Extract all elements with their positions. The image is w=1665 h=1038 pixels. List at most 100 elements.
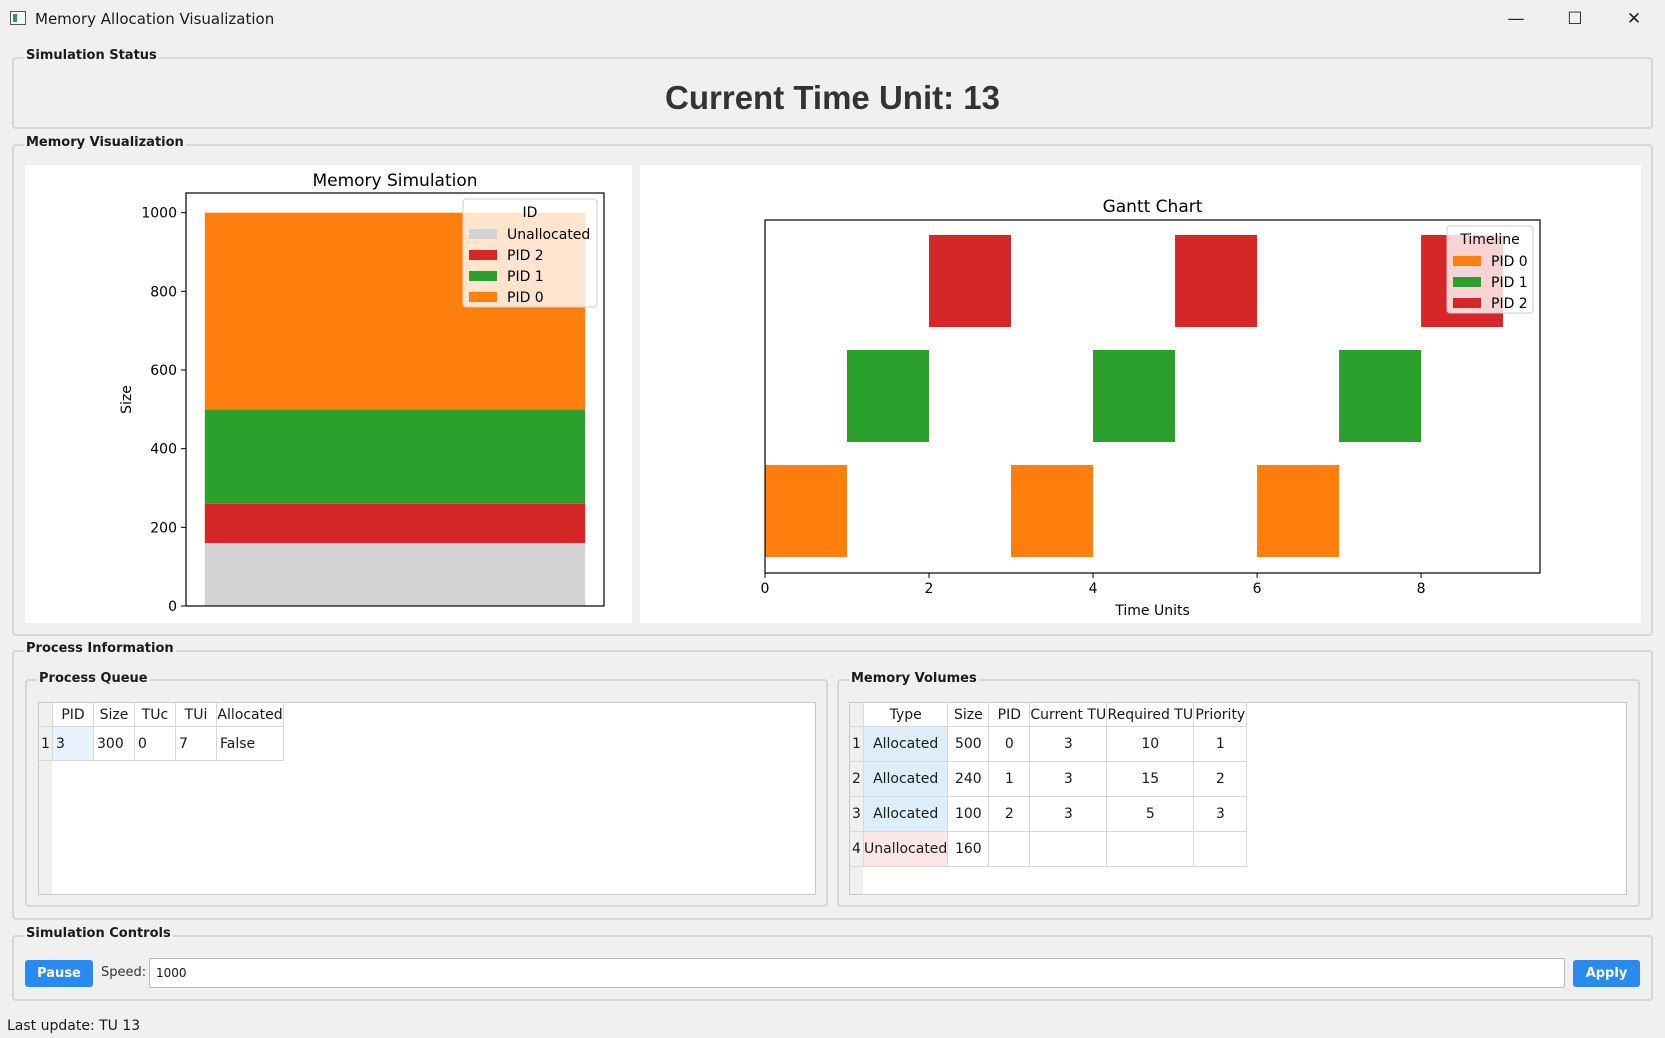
table-cell[interactable]: 5 [1106, 796, 1195, 832]
table-cell[interactable]: 240 [947, 761, 990, 797]
row-number[interactable]: 2 [850, 761, 864, 797]
current-time-unit: Current Time Unit: 13 [665, 79, 1000, 116]
legend-swatch [1453, 256, 1481, 266]
x-tick-label: 8 [1417, 581, 1426, 597]
table-cell[interactable]: Allocated [863, 726, 949, 762]
column-header-allocated[interactable]: Allocated [216, 703, 284, 727]
table-cell[interactable]: Allocated [863, 761, 949, 797]
table-row[interactable]: 2 Allocated 240 1 3 15 2 [850, 761, 1248, 797]
x-tick-label: 2 [925, 581, 934, 597]
memory-volumes-table[interactable]: Type Size PID Current TU Required TU Priority… [849, 702, 1627, 895]
table-cell[interactable] [1029, 831, 1108, 867]
close-icon: ✕ [1626, 9, 1642, 29]
speed-input[interactable]: 1000 [149, 958, 1565, 988]
maximize-icon: ☐ [1567, 9, 1583, 29]
column-header-current-tu[interactable]: Current TU [1029, 703, 1108, 727]
app-icon [10, 11, 26, 25]
status-bar-text: Last update: TU 13 [7, 1018, 141, 1034]
y-tick-label: 0 [168, 599, 177, 615]
table-cell[interactable]: 3 [1029, 726, 1108, 762]
x-tick-label: 0 [761, 581, 770, 597]
process-queue-title: Process Queue [37, 671, 150, 686]
row-number[interactable]: 3 [850, 796, 864, 832]
table-cell[interactable]: 2 [988, 796, 1031, 832]
table-cell[interactable] [1193, 831, 1248, 867]
legend-swatch [469, 250, 497, 260]
row-number[interactable]: 4 [850, 831, 864, 867]
window-title: Memory Allocation Visualization [35, 10, 275, 28]
column-header-pid[interactable]: PID [52, 703, 94, 727]
memory-simulation-canvas: Memory Simulation 0 200 400 600 800 1000 Size ID… [25, 165, 632, 623]
column-header-priority[interactable]: Priority [1193, 703, 1248, 727]
row-number[interactable]: 1 [850, 726, 864, 762]
table-cell[interactable]: 10 [1106, 726, 1195, 762]
table-cell[interactable]: 3 [1029, 761, 1108, 797]
table-cell[interactable] [1106, 831, 1195, 867]
gantt-bar-pid-1 [1093, 350, 1176, 442]
minimize-button[interactable]: — [1487, 0, 1545, 38]
table-cell[interactable]: 0 [134, 726, 176, 761]
y-tick-label: 600 [150, 363, 177, 379]
table-row[interactable]: 4 Unallocated 160 [850, 831, 1248, 867]
legend-swatch [469, 229, 497, 239]
process-queue-table[interactable]: PID Size TUc TUi Allocated 1 3 300 0 7 False [38, 702, 816, 895]
simulation-status-title: Simulation Status [24, 48, 159, 63]
table-row[interactable]: 3 Allocated 100 2 3 5 3 [850, 796, 1248, 832]
close-button[interactable]: ✕ [1605, 0, 1663, 38]
legend-swatch [1453, 277, 1481, 287]
table-row[interactable]: 1 Allocated 500 0 3 10 1 [850, 726, 1248, 762]
memory-volumes-title: Memory Volumes [849, 671, 979, 686]
legend-entry: PID 1 [507, 269, 544, 285]
table-cell[interactable]: 3 [1193, 796, 1248, 832]
apply-button[interactable]: Apply [1573, 960, 1640, 987]
column-header-size[interactable]: Size [947, 703, 990, 727]
gantt-chart-canvas: Gantt Chart 0 2 4 6 8 Time Units Timeline PID 0 P… [640, 165, 1641, 623]
legend-entry: PID 2 [1491, 296, 1528, 312]
simulation-status-group: Simulation Status Current Time Unit: 13 [12, 48, 1653, 129]
x-tick-label: 6 [1253, 581, 1262, 597]
process-information-title: Process Information [24, 641, 176, 656]
table-cell[interactable]: 300 [93, 726, 135, 761]
column-header-tui[interactable]: TUi [175, 703, 217, 727]
table-cell[interactable]: 2 [1193, 761, 1248, 797]
table-cell[interactable]: 3 [52, 726, 94, 761]
table-cell[interactable]: Allocated [863, 796, 949, 832]
table-cell[interactable]: 1 [1193, 726, 1248, 762]
legend-swatch [469, 292, 497, 302]
gantt-bar-pid-0 [1257, 465, 1340, 557]
row-number[interactable]: 1 [39, 726, 53, 761]
corner-cell [39, 703, 53, 727]
memory-simulation-chart: Memory Simulation 0 200 400 600 800 1000 Size ID… [119, 171, 605, 615]
column-header-type[interactable]: Type [863, 703, 949, 727]
legend-entry: PID 0 [1491, 254, 1528, 270]
table-cell[interactable]: 7 [175, 726, 217, 761]
y-tick-label: 800 [150, 284, 177, 300]
table-cell[interactable]: False [216, 726, 284, 761]
column-header-tuc[interactable]: TUc [134, 703, 176, 727]
table-cell[interactable]: 15 [1106, 761, 1195, 797]
column-header-size[interactable]: Size [93, 703, 135, 727]
table-cell[interactable]: 100 [947, 796, 990, 832]
column-header-required-tu[interactable]: Required TU [1106, 703, 1195, 727]
gantt-chart: Gantt Chart 0 2 4 6 8 Time Units Timeline PID 0 P… [761, 197, 1541, 619]
minimize-icon: — [1507, 9, 1525, 29]
legend-entry: PID 1 [1491, 275, 1528, 291]
title-bar: Memory Allocation Visualization — ☐ ✕ [0, 0, 1665, 38]
table-row[interactable]: 1 3 300 0 7 False [39, 726, 284, 761]
chart-title: Gantt Chart [1103, 197, 1203, 217]
memory-visualization-title: Memory Visualization [24, 135, 186, 150]
table-cell[interactable]: 500 [947, 726, 990, 762]
table-cell[interactable] [988, 831, 1031, 867]
pause-button[interactable]: Pause [25, 960, 93, 987]
column-header-pid[interactable]: PID [988, 703, 1031, 727]
table-cell[interactable]: 1 [988, 761, 1031, 797]
table-cell[interactable]: 3 [1029, 796, 1108, 832]
table-cell[interactable]: Unallocated [863, 831, 949, 867]
legend-entry: PID 0 [507, 290, 544, 306]
table-cell[interactable]: 0 [988, 726, 1031, 762]
table-cell[interactable]: 160 [947, 831, 990, 867]
gantt-bar-pid-2 [929, 235, 1012, 327]
y-tick-label: 200 [150, 520, 177, 536]
simulation-controls-title: Simulation Controls [24, 926, 173, 941]
maximize-button[interactable]: ☐ [1546, 0, 1604, 38]
